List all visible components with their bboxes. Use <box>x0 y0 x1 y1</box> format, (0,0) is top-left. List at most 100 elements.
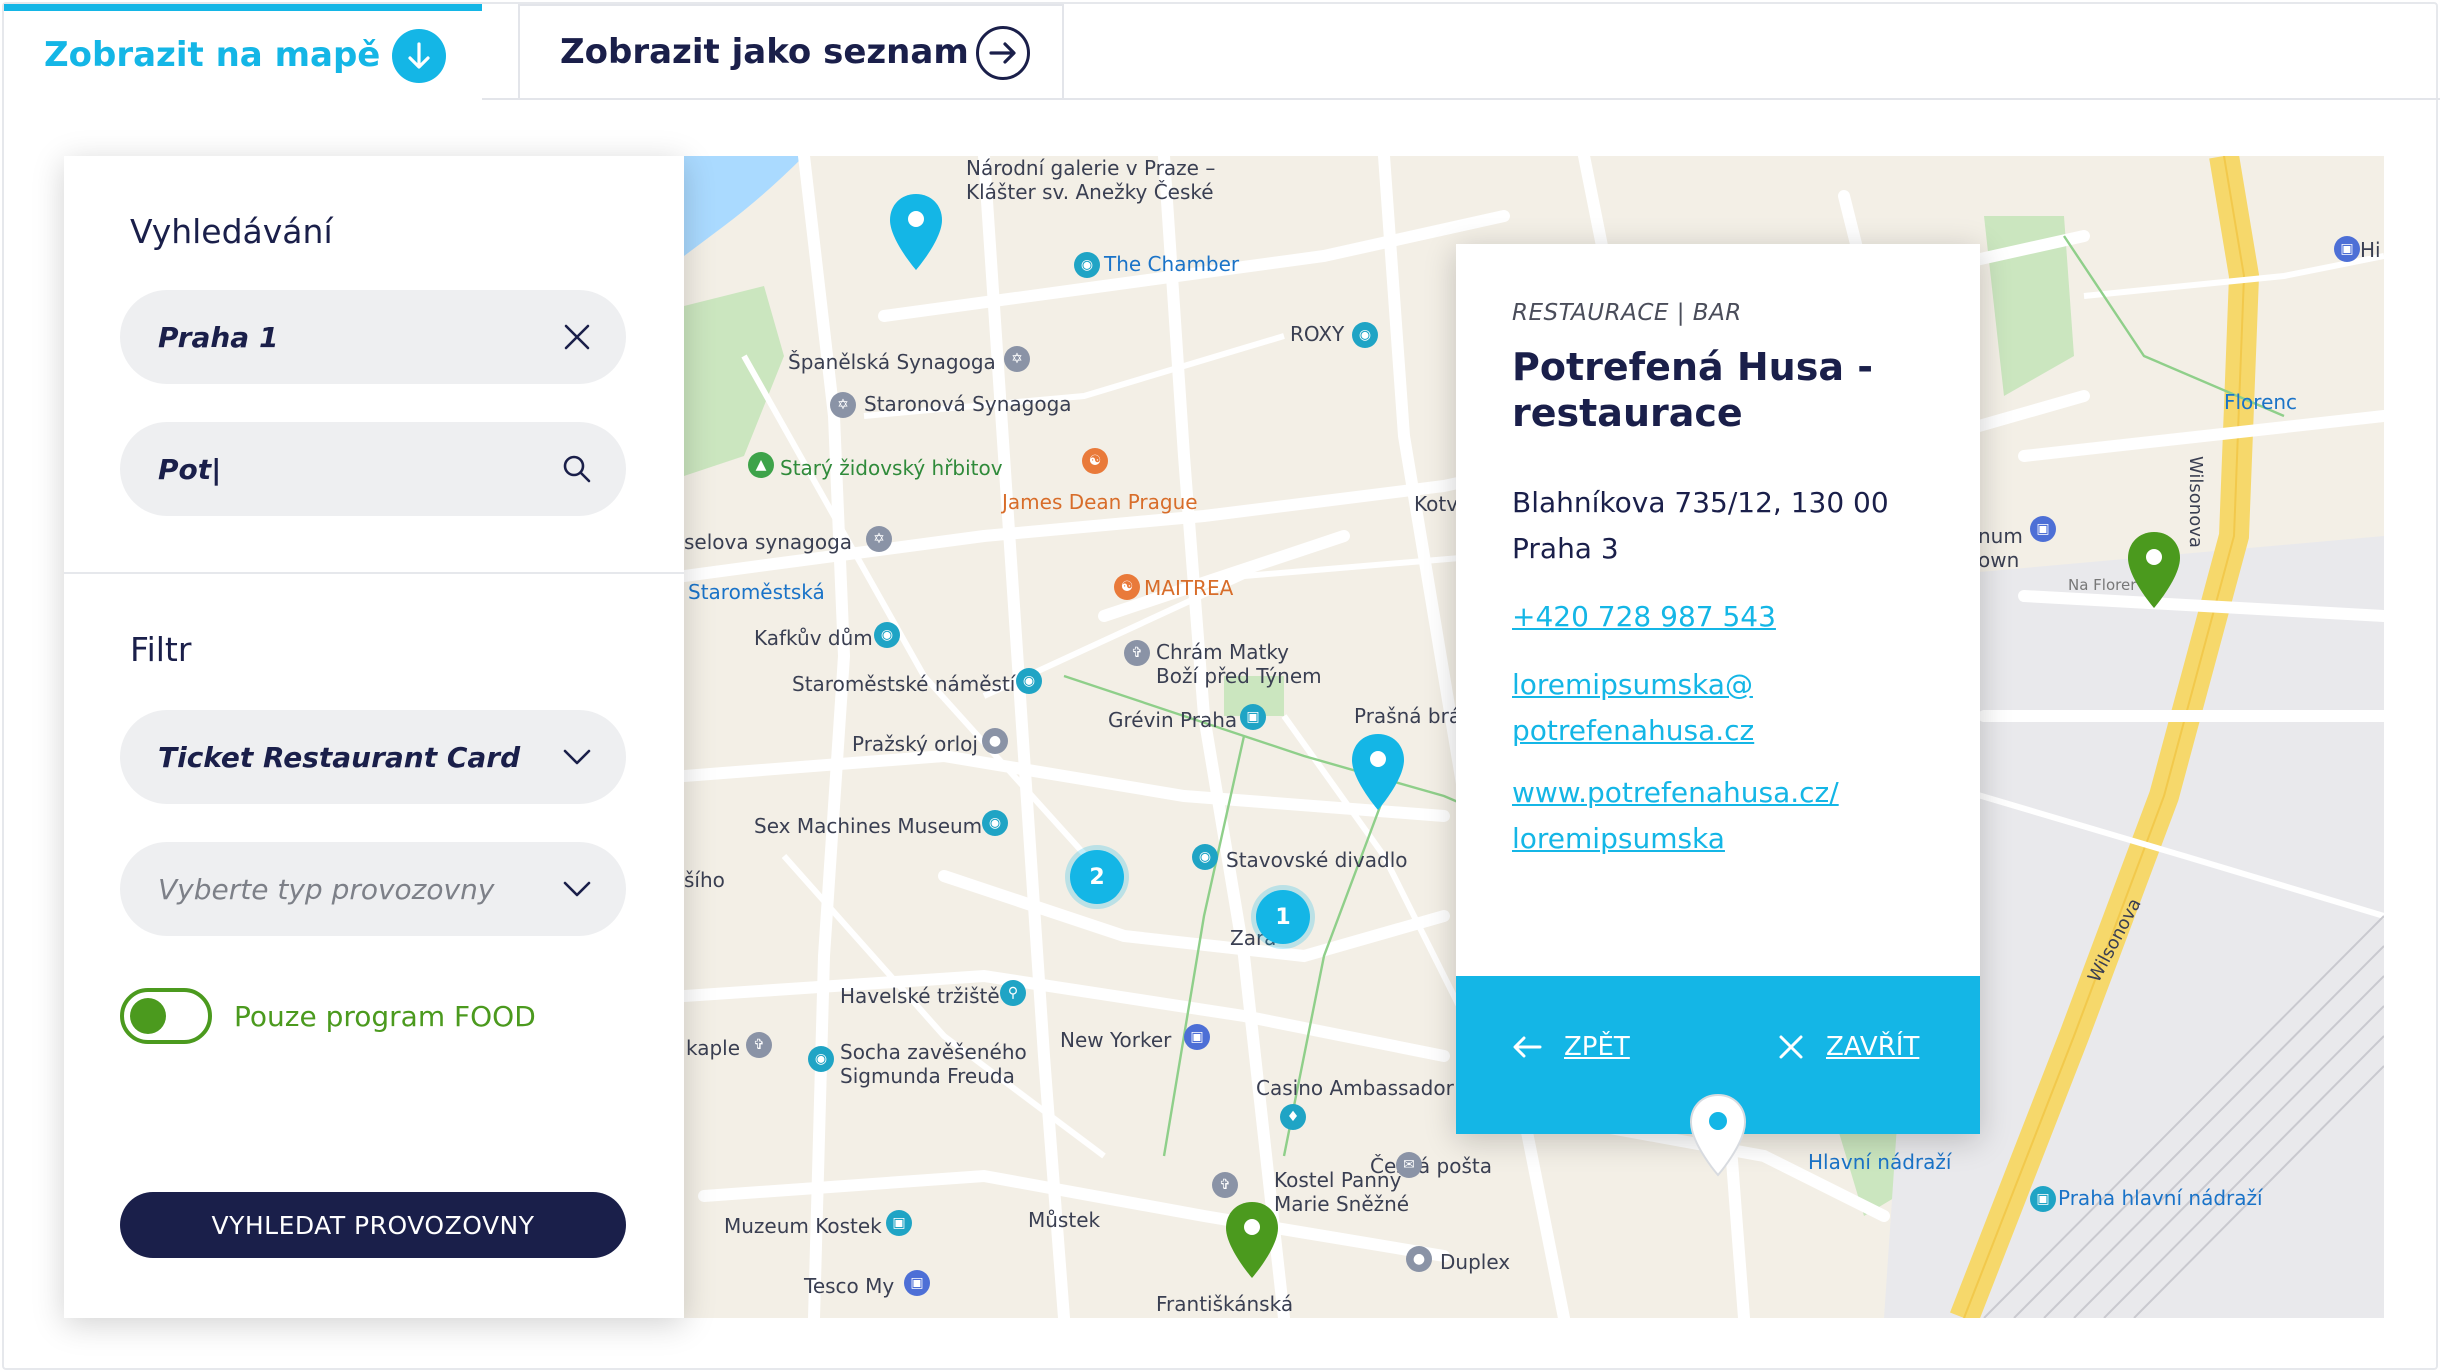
food-pin-icon[interactable] <box>2126 530 2182 610</box>
map-label: Havelské tržiště <box>840 984 1000 1008</box>
camera-icon[interactable]: ◉ <box>1192 844 1218 870</box>
map-label: Můstek <box>1028 1208 1101 1232</box>
location-pin-icon[interactable] <box>888 192 944 272</box>
close-button[interactable]: ZAVŘÍT <box>1778 1032 1919 1062</box>
type-select[interactable]: Vyberte typ provozovny <box>120 842 626 936</box>
map-label: Kotv <box>1414 492 1459 516</box>
map-label: Staroměstská <box>688 580 825 604</box>
camera-icon[interactable]: ◉ <box>1016 668 1042 694</box>
map-label: Národní galerie v Praze – Klášter sv. An… <box>966 156 1216 204</box>
tab-divider <box>482 98 2440 100</box>
map-label: Hi <box>2360 238 2381 262</box>
camera-icon[interactable]: ◉ <box>982 810 1008 836</box>
arrow-right-icon <box>976 26 1030 80</box>
map-label: Stavovské divadlo <box>1226 848 1408 872</box>
map-label: Tesco My <box>804 1274 895 1298</box>
search-sidebar: Vyhledávání Praha 1 Pot| Filtr Ticket Re… <box>64 156 684 1318</box>
search-button[interactable]: VYHLEDAT PROVOZOVNY <box>120 1192 626 1258</box>
search-input[interactable]: Pot| <box>120 422 626 516</box>
arrow-down-icon <box>392 29 446 83</box>
camera-icon[interactable]: ◉ <box>1074 252 1100 278</box>
map-label: Praha hlavní nádraží <box>2058 1186 2263 1210</box>
map-label: Grévin Praha <box>1108 708 1238 732</box>
church-icon[interactable]: ✞ <box>1212 1172 1238 1198</box>
map-label: Casino Ambassador <box>1256 1076 1454 1100</box>
map-label: kaple <box>686 1036 741 1060</box>
casino-icon[interactable]: ♦ <box>1280 1104 1306 1130</box>
camera-icon[interactable]: ◉ <box>874 622 900 648</box>
synagogue-icon[interactable]: ✡ <box>830 392 856 418</box>
restaurant-icon[interactable]: ☯ <box>1082 448 1108 474</box>
tab-list-label: Zobrazit jako seznam <box>560 32 969 72</box>
hotel-icon[interactable]: ▣ <box>2334 236 2360 262</box>
map-label: šího <box>684 868 725 892</box>
chevron-down-icon <box>562 879 592 899</box>
back-button[interactable]: ZPĚT <box>1512 1032 1630 1062</box>
church-icon[interactable]: ✞ <box>1124 640 1150 666</box>
location-field[interactable]: Praha 1 <box>120 290 626 384</box>
close-icon[interactable] <box>562 322 592 352</box>
sidebar-divider <box>64 572 684 574</box>
place-icon[interactable]: ● <box>982 728 1008 754</box>
map-label: Staronová Synagoga <box>864 392 1072 416</box>
tab-map[interactable]: Zobrazit na mapě <box>4 4 482 98</box>
chevron-down-icon <box>562 747 592 767</box>
map-label: Florenc <box>2224 390 2298 414</box>
train-icon[interactable]: ▣ <box>2030 1186 2056 1212</box>
map-label: Wilsonova <box>2185 456 2206 548</box>
map-label: Sex Machines Museum <box>754 814 983 838</box>
place-title: Potrefená Husa - restaurace <box>1512 345 1873 435</box>
search-value: Pot| <box>158 452 222 486</box>
filter-heading: Filtr <box>130 630 192 669</box>
map-label: James Dean Prague <box>1002 490 1198 514</box>
place-icon[interactable]: ● <box>1406 1246 1432 1272</box>
map-label: Hlavní nádraží <box>1808 1150 1952 1174</box>
camera-icon[interactable]: ◉ <box>1352 322 1378 348</box>
map-label: Staroměstské náměstí <box>792 672 1016 696</box>
shopping-icon[interactable]: ▣ <box>904 1270 930 1296</box>
map-label: Socha zavěšeného Sigmunda Freuda <box>840 1040 1027 1088</box>
museum-icon[interactable]: ▣ <box>886 1210 912 1236</box>
website-link[interactable]: www.potrefenahusa.cz/ loremipsumska <box>1512 770 1932 862</box>
card-select-value: Ticket Restaurant Card <box>158 740 521 774</box>
camera-icon[interactable]: ◉ <box>808 1046 834 1072</box>
shopping-icon[interactable]: ▣ <box>1184 1024 1210 1050</box>
museum-icon[interactable]: ▣ <box>1240 704 1266 730</box>
map-label: The Chamber <box>1104 252 1240 276</box>
map-label: Kafkův dům <box>754 626 873 650</box>
place-address: Blahníkova 735/12, 130 00 Praha 3 <box>1512 486 1889 565</box>
synagogue-icon[interactable]: ✡ <box>1004 346 1030 372</box>
phone-link[interactable]: +420 728 987 543 <box>1512 594 1776 640</box>
place-detail-popup: RESTAURACE | BAR Potrefená Husa - restau… <box>1456 244 1980 1134</box>
map-label: selova synagoga <box>684 530 853 554</box>
synagogue-icon[interactable]: ✡ <box>866 526 892 552</box>
cart-icon[interactable]: ⚲ <box>1000 980 1026 1006</box>
close-icon <box>1778 1034 1804 1060</box>
selected-pin-icon[interactable] <box>1688 1092 1748 1178</box>
tab-map-label: Zobrazit na mapě <box>44 34 381 75</box>
location-pin-icon[interactable] <box>1350 732 1406 812</box>
location-value: Praha 1 <box>158 320 279 354</box>
tab-list[interactable]: Zobrazit jako seznam <box>518 4 1064 98</box>
museum-icon[interactable]: ▣ <box>2030 516 2056 542</box>
tree-icon[interactable]: ▲ <box>748 452 774 478</box>
map-label: Česká pošta <box>1370 1154 1492 1178</box>
food-pin-icon[interactable] <box>1224 1200 1280 1280</box>
mail-icon[interactable]: ✉ <box>1396 1152 1422 1178</box>
food-toggle-label: Pouze program FOOD <box>234 1000 536 1033</box>
marker-cluster[interactable]: 2 <box>1070 850 1124 904</box>
map-label: Starý židovský hřbitov <box>780 456 1003 480</box>
map-label: New Yorker <box>1060 1028 1172 1052</box>
map-label: Pražský orloj <box>852 732 978 756</box>
page-frame: Zobrazit na mapě Zobrazit jako seznam Vy… <box>2 2 2440 1370</box>
food-toggle[interactable] <box>120 988 212 1044</box>
church-icon[interactable]: ✞ <box>746 1032 772 1058</box>
arrow-left-icon <box>1512 1035 1542 1059</box>
map-label: Františkánská <box>1156 1292 1294 1316</box>
marker-cluster[interactable]: 1 <box>1256 890 1310 944</box>
card-select[interactable]: Ticket Restaurant Card <box>120 710 626 804</box>
email-link[interactable]: loremipsumska@ potrefenahusa.cz <box>1512 662 1912 754</box>
search-icon[interactable] <box>562 454 592 484</box>
map-label: Chrám Matky Boží před Týnem <box>1156 640 1322 688</box>
restaurant-icon[interactable]: ☯ <box>1114 574 1140 600</box>
